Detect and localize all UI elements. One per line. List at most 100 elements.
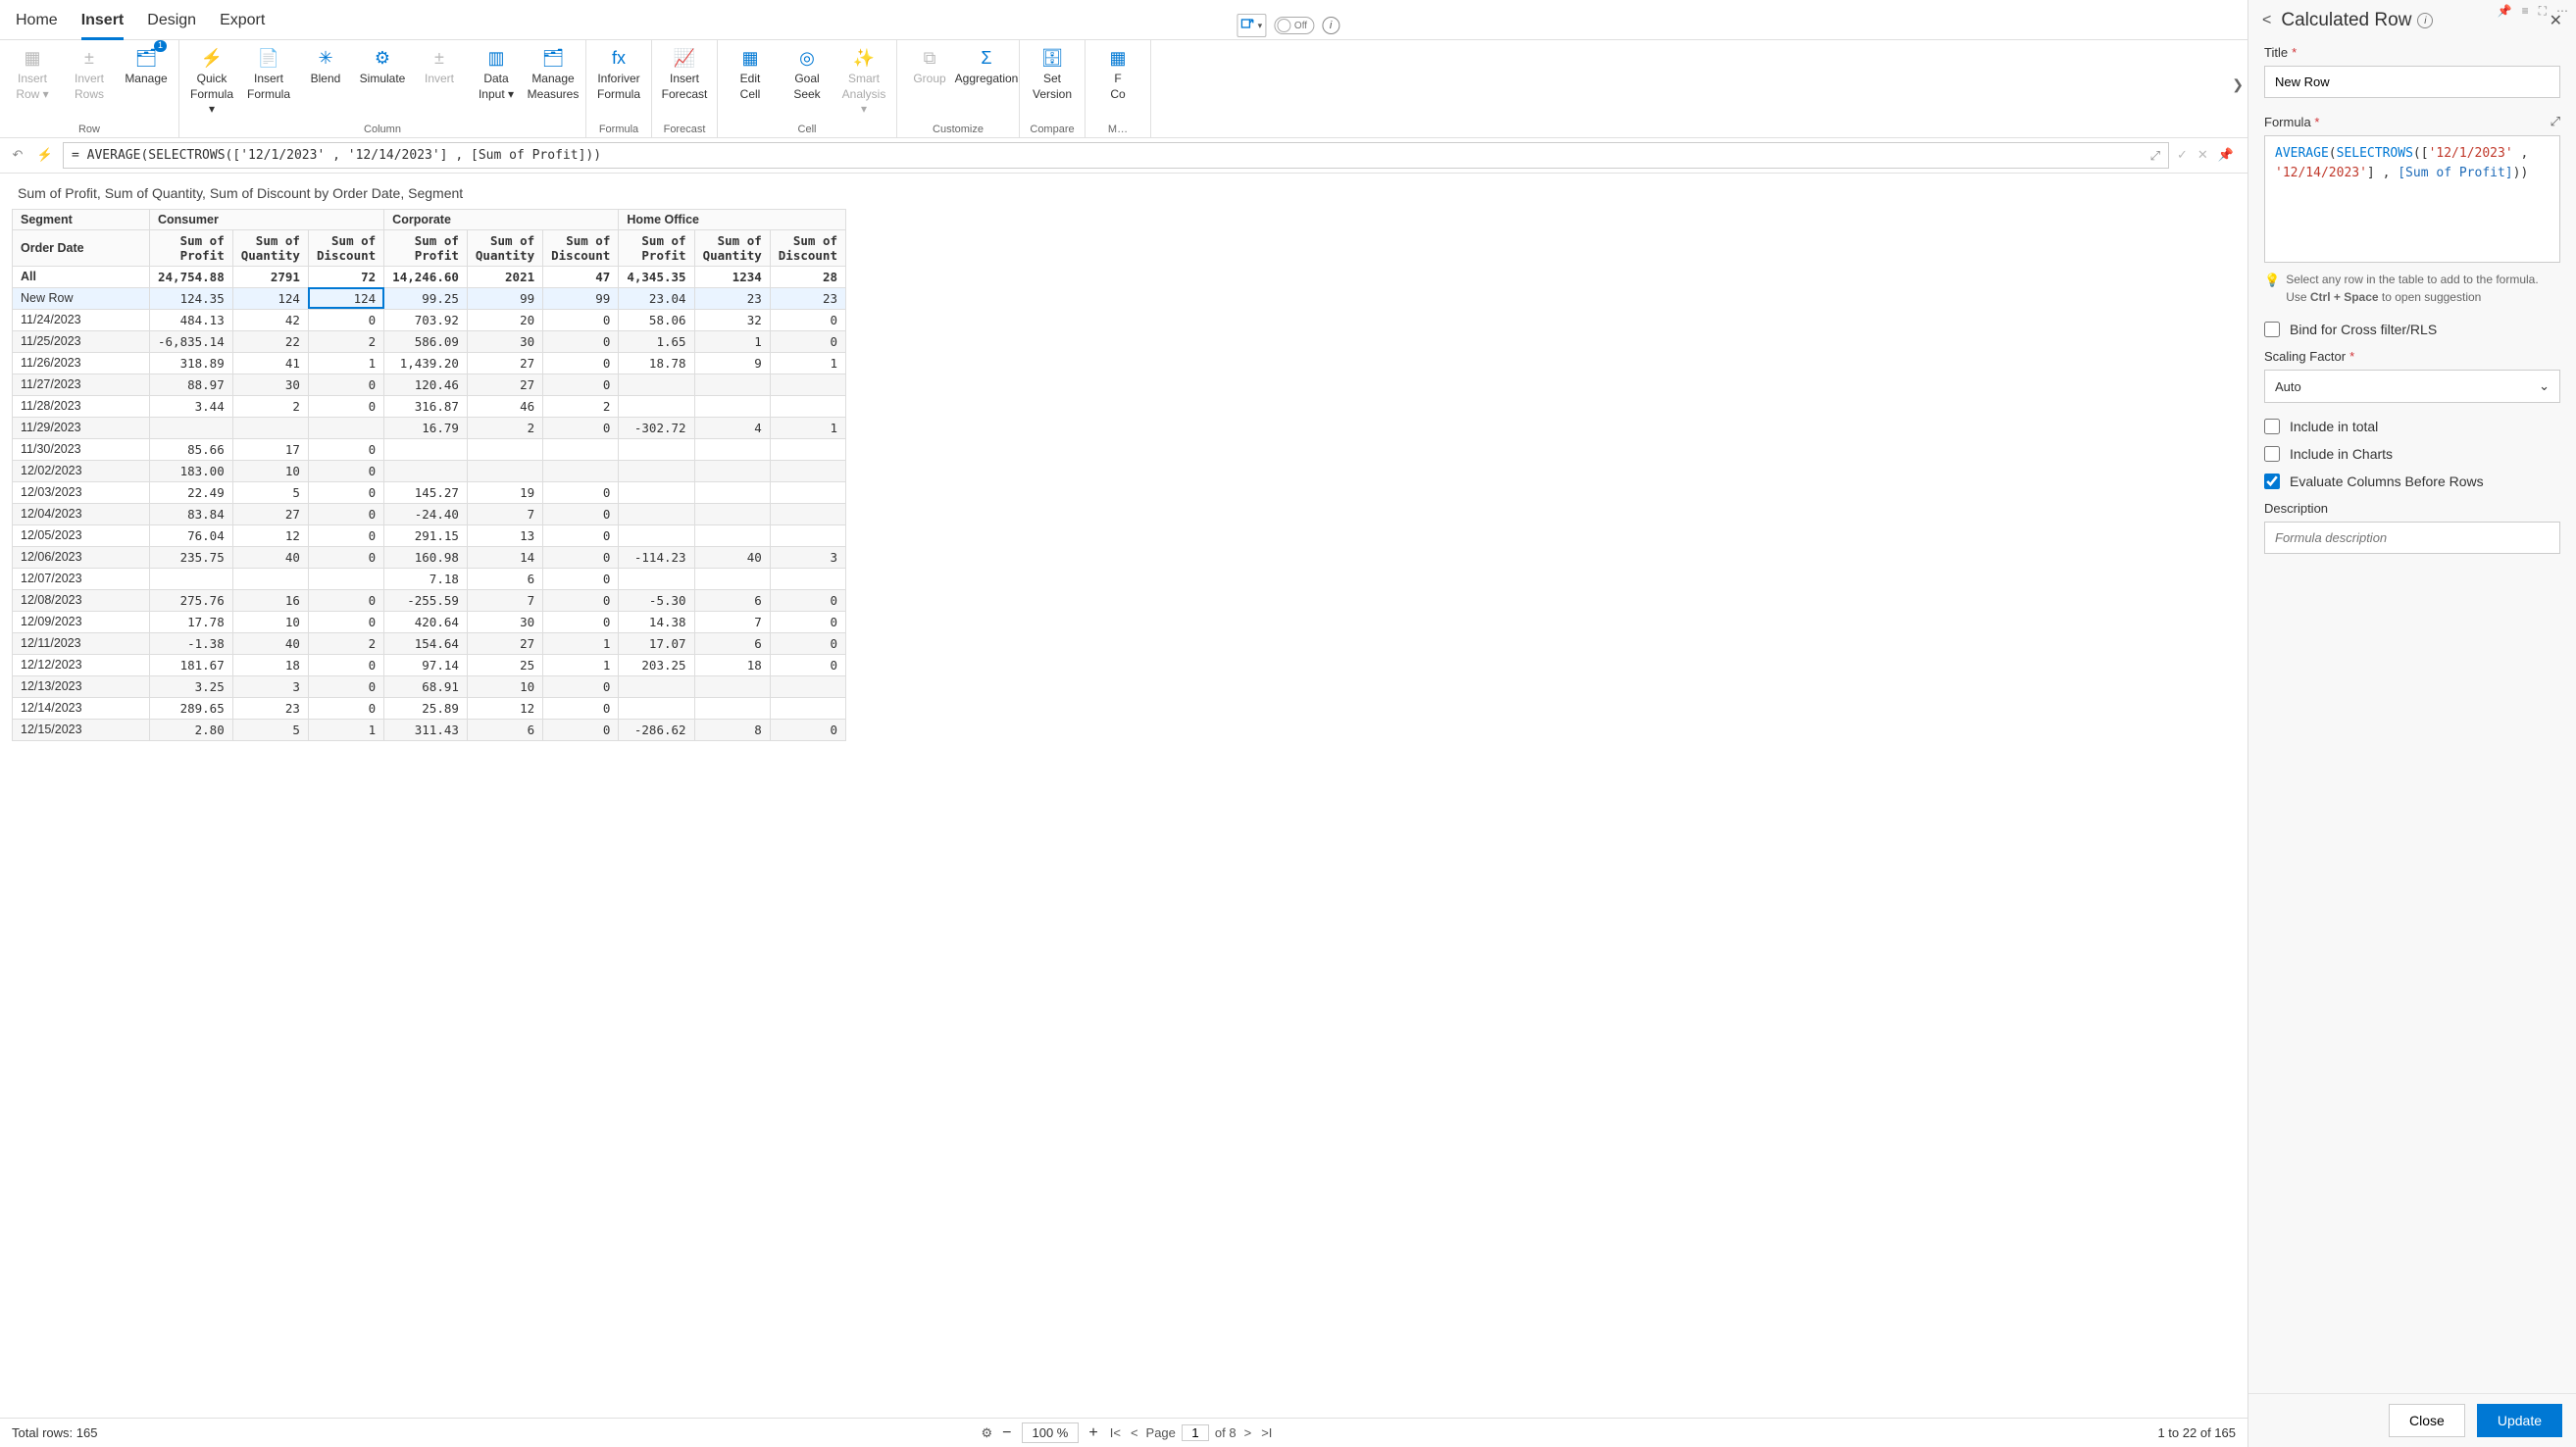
- formula-cancel-icon[interactable]: ✕: [2197, 147, 2208, 163]
- tab-design[interactable]: Design: [147, 6, 196, 39]
- panel-info-icon[interactable]: i: [2417, 13, 2433, 28]
- page-current-input[interactable]: [1182, 1424, 1209, 1441]
- evaluate-columns-check[interactable]: Evaluate Columns Before Rows: [2264, 474, 2560, 489]
- formula-pin-icon[interactable]: 📌: [2218, 147, 2234, 163]
- zoom-value: 100 %: [1022, 1422, 1080, 1443]
- include-charts-check[interactable]: Include in Charts: [2264, 446, 2560, 462]
- table-row[interactable]: 11/27/202388.97300120.46270: [13, 374, 846, 395]
- close-button[interactable]: Close: [2389, 1404, 2465, 1437]
- ribbon-group-compare: Compare: [1030, 122, 1074, 135]
- page-next[interactable]: >: [1242, 1425, 1254, 1440]
- ribbon-scroll-right[interactable]: ❯: [2232, 76, 2244, 93]
- ribbon-quick-formula[interactable]: ⚡QuickFormula ▾: [187, 44, 236, 122]
- table-row[interactable]: 12/04/202383.84270-24.4070: [13, 503, 846, 524]
- tab-export[interactable]: Export: [220, 6, 265, 39]
- pin-icon[interactable]: 📌: [2498, 4, 2512, 19]
- table-row-all[interactable]: All24,754.8827917214,246.602021474,345.3…: [13, 266, 846, 287]
- formula-text: AVERAGE(SELECTROWS(['12/1/2023' , '12/14…: [87, 148, 601, 163]
- update-button[interactable]: Update: [2477, 1404, 2562, 1437]
- filter-icon[interactable]: ≡: [2522, 4, 2529, 19]
- formula-editor[interactable]: AVERAGE(SELECTROWS(['12/1/2023' , '12/14…: [2264, 135, 2560, 263]
- ribbon-aggregation[interactable]: ΣAggregation: [962, 44, 1011, 106]
- ribbon-group-cell: Cell: [798, 122, 817, 135]
- bind-cross-filter-check[interactable]: Bind for Cross filter/RLS: [2264, 322, 2560, 337]
- zoom-out[interactable]: −: [1002, 1424, 1011, 1442]
- calculated-row-panel: < Calculated Row i ✕ Title* Formula * ⤢ …: [2248, 0, 2576, 1447]
- table-row[interactable]: 12/03/202322.4950145.27190: [13, 481, 846, 503]
- table-row[interactable]: 12/14/2023289.6523025.89120: [13, 697, 846, 719]
- settings-gear-icon[interactable]: ⚙: [982, 1425, 993, 1441]
- table-row[interactable]: 12/11/2023-1.38402154.6427117.0760: [13, 632, 846, 654]
- table-row[interactable]: 12/15/20232.8051311.4360-286.6280: [13, 719, 846, 740]
- table-row[interactable]: 12/13/20233.253068.91100: [13, 675, 846, 697]
- table-row[interactable]: 12/07/20237.1860: [13, 568, 846, 589]
- header-order-date: Order Date: [13, 229, 150, 266]
- ribbon-manage-measures[interactable]: 🗂ManageMeasures: [529, 44, 578, 106]
- include-total-check[interactable]: Include in total: [2264, 419, 2560, 434]
- formula-input[interactable]: = AVERAGE(SELECTROWS(['12/1/2023' , '12/…: [63, 142, 2169, 169]
- data-table-container: SegmentConsumerCorporateHome OfficeOrder…: [0, 209, 2248, 1418]
- ribbon-insert-forecast[interactable]: 📈InsertForecast: [660, 44, 709, 106]
- ribbon-inforiver-formula[interactable]: fxInforiverFormula: [594, 44, 643, 106]
- ribbon-data-input[interactable]: ▥DataInput ▾: [472, 44, 521, 106]
- ribbon-edit-cell[interactable]: ▦EditCell: [726, 44, 775, 106]
- data-table[interactable]: SegmentConsumerCorporateHome OfficeOrder…: [12, 209, 846, 741]
- header-measure: Sum ofProfit: [384, 229, 468, 266]
- header-seg-consumer: Consumer: [150, 209, 384, 229]
- ribbon-manage-rows[interactable]: 🗂Manage 1: [122, 44, 171, 106]
- panel-back-icon[interactable]: <: [2262, 12, 2271, 29]
- info-icon[interactable]: i: [1322, 17, 1339, 34]
- page-total: of 8: [1215, 1425, 1237, 1440]
- bulb-icon: 💡: [2264, 271, 2280, 290]
- table-row[interactable]: 12/02/2023183.00100: [13, 460, 846, 481]
- page-last[interactable]: >I: [1259, 1425, 1274, 1440]
- table-row[interactable]: 12/09/202317.78100420.6430014.3870: [13, 611, 846, 632]
- mode-toggle[interactable]: Off: [1274, 17, 1314, 34]
- table-row-new[interactable]: New Row124.3512412499.25999923.042323: [13, 287, 846, 309]
- ribbon-more-co[interactable]: ▦FCo: [1093, 44, 1142, 106]
- tab-insert[interactable]: Insert: [81, 6, 125, 39]
- formula-expand-icon[interactable]: ⤢: [2551, 114, 2560, 129]
- formula-expand-icon[interactable]: ⤢: [2150, 149, 2160, 164]
- table-row[interactable]: 11/25/2023-6,835.14222586.093001.6510: [13, 330, 846, 352]
- ribbon-group-row: Row: [78, 122, 100, 135]
- ribbon-goal-seek[interactable]: ◎GoalSeek: [783, 44, 832, 106]
- table-row[interactable]: 12/08/2023275.76160-255.5970-5.3060: [13, 589, 846, 611]
- table-row[interactable]: 11/30/202385.66170: [13, 438, 846, 460]
- page-prev[interactable]: <: [1129, 1425, 1140, 1440]
- ribbon-group: ⧉Group: [905, 44, 954, 106]
- formula-accept-icon[interactable]: ✓: [2177, 147, 2188, 163]
- page-label: Page: [1146, 1425, 1176, 1440]
- ribbon-group-formula: Formula: [599, 122, 638, 135]
- ribbon-insert-formula[interactable]: 📄InsertFormula: [244, 44, 293, 106]
- visual-mode-dropdown[interactable]: ▾: [1237, 14, 1266, 37]
- expand-icon[interactable]: ⛶: [2539, 4, 2547, 19]
- status-bar: Total rows: 165 ⚙ − 100 % + I< < Page of…: [0, 1418, 2248, 1447]
- title-input[interactable]: [2264, 66, 2560, 98]
- zoom-in[interactable]: +: [1088, 1424, 1097, 1442]
- table-row[interactable]: 11/29/202316.7920-302.7241: [13, 417, 846, 438]
- table-row[interactable]: 12/12/2023181.6718097.14251203.25180: [13, 654, 846, 675]
- table-row[interactable]: 11/24/2023484.13420703.9220058.06320: [13, 309, 846, 330]
- header-segment: Segment: [13, 209, 150, 229]
- ribbon-blend[interactable]: ✳Blend: [301, 44, 350, 106]
- table-row[interactable]: 11/28/20233.4420316.87462: [13, 395, 846, 417]
- tab-home[interactable]: Home: [16, 6, 58, 39]
- table-row[interactable]: 11/26/2023318.894111,439.2027018.7891: [13, 352, 846, 374]
- ribbon-group-column: Column: [364, 122, 401, 135]
- row-range-label: 1 to 22 of 165: [2157, 1425, 2236, 1440]
- ribbon-set-version[interactable]: 🗄SetVersion: [1028, 44, 1077, 106]
- more-icon[interactable]: ⋯: [2556, 4, 2568, 19]
- table-row[interactable]: 12/05/202376.04120291.15130: [13, 524, 846, 546]
- chevron-down-icon: ⌄: [2539, 378, 2550, 394]
- ribbon: ▦InsertRow ▾±InvertRows🗂Manage 1Row⚡Quic…: [0, 40, 2248, 138]
- table-row[interactable]: 12/06/2023235.75400160.98140-114.23403: [13, 546, 846, 568]
- ribbon-insert-row: ▦InsertRow ▾: [8, 44, 57, 106]
- page-first[interactable]: I<: [1108, 1425, 1123, 1440]
- scaling-select[interactable]: Auto ⌄: [2264, 370, 2560, 403]
- flash-icon[interactable]: ⚡: [35, 145, 55, 165]
- formula-hint: 💡 Select any row in the table to add to …: [2264, 271, 2560, 306]
- description-input[interactable]: [2264, 522, 2560, 554]
- ribbon-simulate[interactable]: ⚙Simulate: [358, 44, 407, 106]
- undo-icon[interactable]: ↶: [8, 145, 27, 165]
